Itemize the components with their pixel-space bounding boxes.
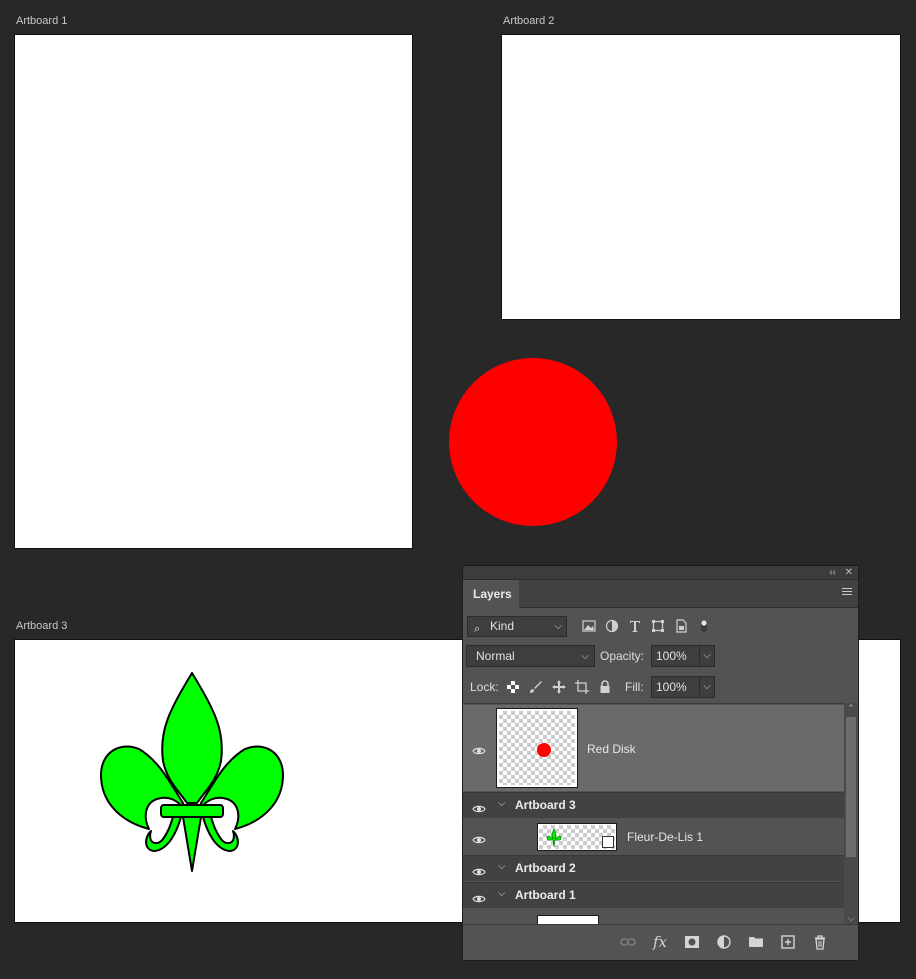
eye-visibility-icon[interactable] (472, 801, 486, 813)
opacity-value: 100% (656, 649, 687, 663)
layers-panel: ‹‹ ✕ Layers ⌕ Kind ⌵ Normal ⌵ Opacity: 1… (462, 565, 859, 961)
layer-name[interactable]: Red Disk (587, 742, 636, 756)
opacity-label: Opacity: (600, 649, 645, 663)
filter-toggle-icon[interactable] (695, 618, 712, 634)
fleur-thumbnail-icon (546, 828, 562, 848)
eye-visibility-icon[interactable] (472, 864, 486, 876)
chevron-down-icon[interactable]: ⌵ (498, 798, 506, 809)
layer-row-artboard-3[interactable]: ⌵ Artboard 3 (463, 792, 844, 818)
opacity-field[interactable]: 100% ⌵ (651, 645, 715, 667)
chevron-down-icon[interactable]: ⌵ (699, 646, 714, 666)
panel-tabbar: Layers (463, 580, 858, 608)
layer-row-artboard-1[interactable]: ⌵ Artboard 1 (463, 882, 844, 908)
lock-artboard-icon[interactable] (574, 679, 590, 695)
fill-label: Fill: (625, 680, 644, 694)
type-layer-filter-icon[interactable] (626, 618, 643, 634)
adjustment-layer-filter-icon[interactable] (603, 618, 620, 634)
layer-name[interactable]: Fleur-De-Lis 1 (627, 830, 703, 844)
lock-transparent-pixels-icon[interactable] (505, 679, 521, 695)
artboard-1[interactable] (14, 34, 413, 549)
layer-thumbnail[interactable] (537, 915, 599, 924)
lock-image-pixels-icon[interactable] (528, 679, 544, 695)
close-icon[interactable]: ✕ (845, 566, 853, 579)
panel-menu-icon[interactable] (842, 588, 852, 597)
layer-thumbnail[interactable] (537, 823, 617, 851)
chevron-down-icon[interactable]: ⌵ (498, 861, 506, 872)
layer-row-red-disk[interactable]: Red Disk (463, 705, 844, 791)
link-layers-icon[interactable] (618, 933, 638, 951)
layer-thumbnail[interactable] (496, 708, 578, 788)
chevron-down-icon[interactable]: ⌵ (699, 677, 714, 697)
red-disk-shape[interactable] (449, 358, 617, 526)
group-name[interactable]: Artboard 3 (515, 798, 576, 812)
filter-kind-label: Kind (490, 619, 515, 633)
layers-scrollbar[interactable]: ⌃ ⌵ (844, 703, 858, 924)
layer-row-partial[interactable] (463, 909, 844, 924)
chevron-down-icon: ⌵ (554, 621, 562, 632)
fill-field[interactable]: 100% ⌵ (651, 676, 715, 698)
double-chevron-left-icon[interactable]: ‹‹ (829, 566, 836, 579)
chevron-down-icon[interactable]: ⌵ (498, 888, 506, 899)
smart-object-badge-icon (602, 836, 614, 848)
shape-layer-filter-icon[interactable] (649, 618, 666, 634)
folder-icon[interactable] (746, 933, 766, 951)
fill-value: 100% (656, 680, 687, 694)
panel-footer: fx (463, 924, 858, 958)
pixel-layer-filter-icon[interactable] (580, 618, 597, 634)
blend-mode-value: Normal (476, 649, 515, 663)
lock-position-icon[interactable] (551, 679, 567, 695)
eye-visibility-icon[interactable] (472, 832, 486, 844)
layer-row-fleur-de-lis[interactable]: Fleur-De-Lis 1 (463, 819, 844, 855)
artboard-2-label[interactable]: Artboard 2 (503, 15, 554, 27)
filter-row: ⌕ Kind ⌵ (463, 609, 858, 641)
adjustment-layer-icon[interactable] (714, 933, 734, 951)
panel-topbar: ‹‹ ✕ (463, 566, 858, 580)
blend-row: Normal ⌵ Opacity: 100% ⌵ (463, 643, 858, 671)
group-name[interactable]: Artboard 1 (515, 888, 576, 902)
smart-object-filter-icon[interactable] (672, 618, 689, 634)
eye-visibility-icon[interactable] (472, 891, 486, 903)
blend-mode-select[interactable]: Normal ⌵ (466, 645, 595, 667)
eye-visibility-icon[interactable] (472, 743, 486, 755)
tab-layers[interactable]: Layers (463, 580, 519, 608)
search-icon: ⌕ (474, 623, 481, 635)
layers-list[interactable]: Red Disk ⌵ Artboard 3 Fleur-De-Lis 1 ⌵ A… (463, 703, 844, 924)
chevron-down-icon[interactable]: ⌵ (846, 913, 856, 924)
group-name[interactable]: Artboard 2 (515, 861, 576, 875)
lock-label: Lock: (470, 680, 499, 694)
lock-row: Lock: Fill: 100% ⌵ (463, 673, 858, 701)
layer-mask-icon[interactable] (682, 933, 702, 951)
fx-icon[interactable]: fx (650, 933, 670, 951)
scrollbar-thumb[interactable] (846, 717, 856, 857)
red-dot-thumbnail (537, 743, 551, 757)
filter-kind-select[interactable]: ⌕ Kind ⌵ (467, 616, 567, 637)
chevron-up-icon[interactable]: ⌃ (846, 703, 856, 714)
artboard-3-label[interactable]: Artboard 3 (16, 620, 67, 632)
lock-all-icon[interactable] (597, 679, 613, 695)
new-layer-icon[interactable] (778, 933, 798, 951)
artboard-1-label[interactable]: Artboard 1 (16, 15, 67, 27)
trash-icon[interactable] (810, 933, 830, 951)
layer-row-artboard-2[interactable]: ⌵ Artboard 2 (463, 855, 844, 881)
fleur-de-lis-shape[interactable] (99, 671, 285, 873)
chevron-down-icon: ⌵ (581, 651, 589, 662)
artboard-2[interactable] (501, 34, 901, 320)
